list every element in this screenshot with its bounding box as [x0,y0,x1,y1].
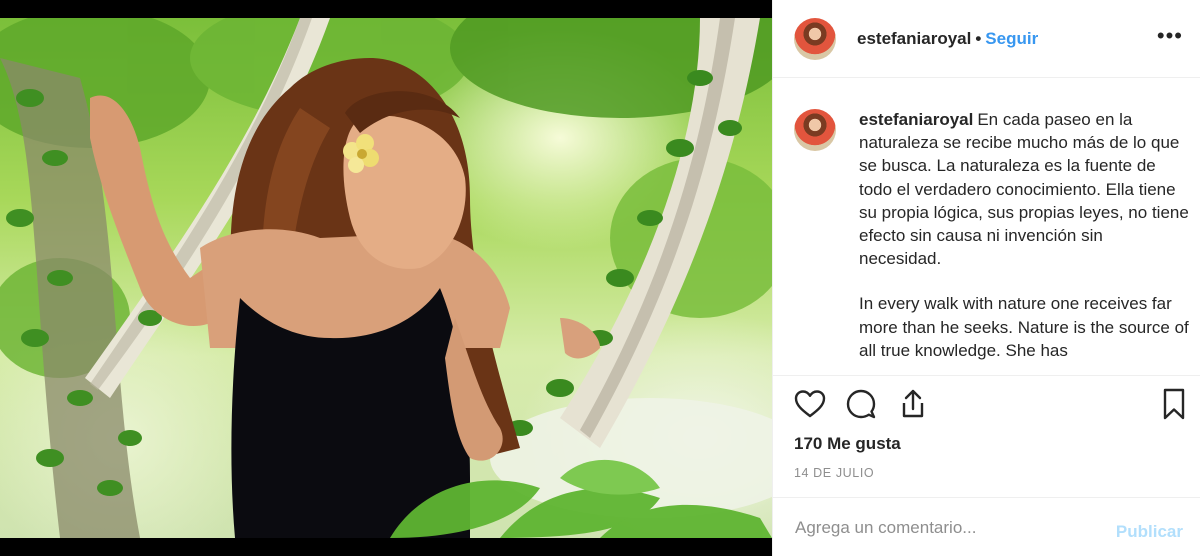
author-info: estefaniaroyal • Seguir [857,29,1038,49]
caption-area[interactable]: estefaniaroyal En cada paseo en la natura… [773,78,1200,376]
publish-button[interactable]: Publicar [1116,522,1183,542]
likes-count[interactable]: 170 Me gusta [794,434,901,454]
follow-button[interactable]: Seguir [985,29,1038,49]
post-photo[interactable] [0,18,772,538]
caption-avatar[interactable] [794,109,836,151]
caption-body-es: En cada paseo en la naturaleza se recibe… [859,110,1189,269]
heart-icon[interactable] [792,386,828,422]
author-avatar[interactable] [794,17,836,60]
post-header: estefaniaroyal • Seguir ••• [773,0,1200,78]
post-photo-pane [0,0,772,556]
share-icon[interactable] [895,386,931,422]
bookmark-icon[interactable] [1156,386,1192,422]
comment-icon[interactable] [843,386,879,422]
comment-input[interactable] [793,514,1097,542]
header-separator: • [975,28,982,48]
caption-text: estefaniaroyal En cada paseo en la natura… [859,108,1189,375]
more-options-icon[interactable]: ••• [1157,25,1183,47]
comment-bar: Publicar [773,497,1200,556]
post-sidebar: estefaniaroyal • Seguir ••• estefaniaroy… [772,0,1200,556]
caption-paragraph-es: estefaniaroyal En cada paseo en la natura… [859,108,1189,270]
action-bar [773,386,1200,430]
caption-paragraph-en: In every walk with nature one receives f… [859,294,1189,360]
author-username[interactable]: estefaniaroyal [857,29,971,49]
photo-illustration [0,18,772,538]
post-date[interactable]: 14 DE JULIO [794,466,874,480]
caption-username[interactable]: estefaniaroyal [859,110,973,129]
